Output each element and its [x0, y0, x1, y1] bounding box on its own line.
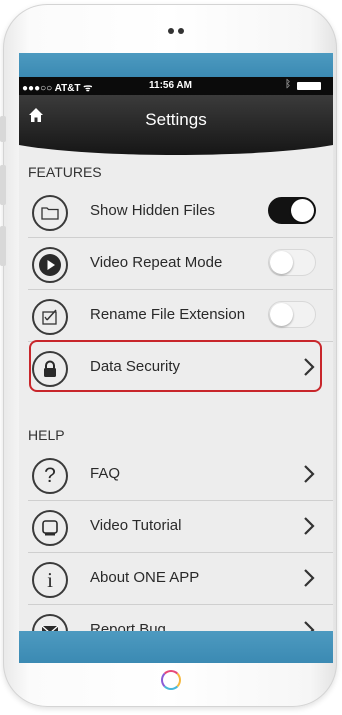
folder-icon	[32, 195, 68, 231]
settings-row-show-hidden-files: Show Hidden Files	[19, 186, 333, 238]
home-button[interactable]	[161, 670, 181, 690]
video-screen-icon	[32, 510, 68, 546]
battery-icon	[297, 82, 321, 90]
highlight-box	[29, 340, 322, 392]
settings-row-faq[interactable]: ? FAQ	[19, 449, 333, 501]
screen: ●●●○○ AT&T ᯤ 11:56 AM ᛒ Settings FEATURE…	[19, 53, 333, 663]
status-time: 11:56 AM	[149, 80, 192, 91]
top-band	[19, 53, 333, 77]
volume-up-button	[0, 165, 6, 205]
row-label: Video Repeat Mode	[90, 254, 223, 271]
earpiece	[168, 28, 184, 34]
row-label: Video Tutorial	[90, 517, 182, 534]
settings-row-about[interactable]: i About ONE APP	[19, 553, 333, 605]
chevron-right-icon	[304, 569, 315, 587]
play-icon	[32, 247, 68, 283]
section-header-features: FEATURES	[28, 164, 102, 180]
bottom-band	[19, 631, 333, 663]
row-label: Rename File Extension	[90, 306, 246, 323]
settings-row-video-repeat-mode: Video Repeat Mode	[19, 238, 333, 290]
video-repeat-mode-toggle[interactable]	[268, 249, 316, 276]
question-icon: ?	[32, 458, 68, 494]
show-hidden-files-toggle[interactable]	[268, 197, 316, 224]
chevron-right-icon	[304, 517, 315, 535]
settings-row-video-tutorial[interactable]: Video Tutorial	[19, 501, 333, 553]
row-label: About ONE APP	[90, 569, 200, 586]
row-label: Show Hidden Files	[90, 202, 216, 219]
carrier-label: ●●●○○ AT&T ᯤ	[22, 83, 93, 94]
page-title: Settings	[145, 110, 207, 129]
section-header-help: HELP	[28, 427, 65, 443]
info-icon: i	[32, 562, 68, 598]
chevron-right-icon	[304, 465, 315, 483]
volume-down-button	[0, 226, 6, 266]
row-label: FAQ	[90, 465, 121, 482]
settings-row-rename-file-extension: Rename File Extension	[19, 290, 333, 342]
mute-switch	[0, 116, 6, 142]
status-bar: ●●●○○ AT&T ᯤ 11:56 AM ᛒ	[19, 77, 333, 95]
edit-file-icon	[32, 299, 68, 335]
bluetooth-icon: ᛒ	[285, 79, 291, 90]
rename-file-extension-toggle[interactable]	[268, 301, 316, 328]
